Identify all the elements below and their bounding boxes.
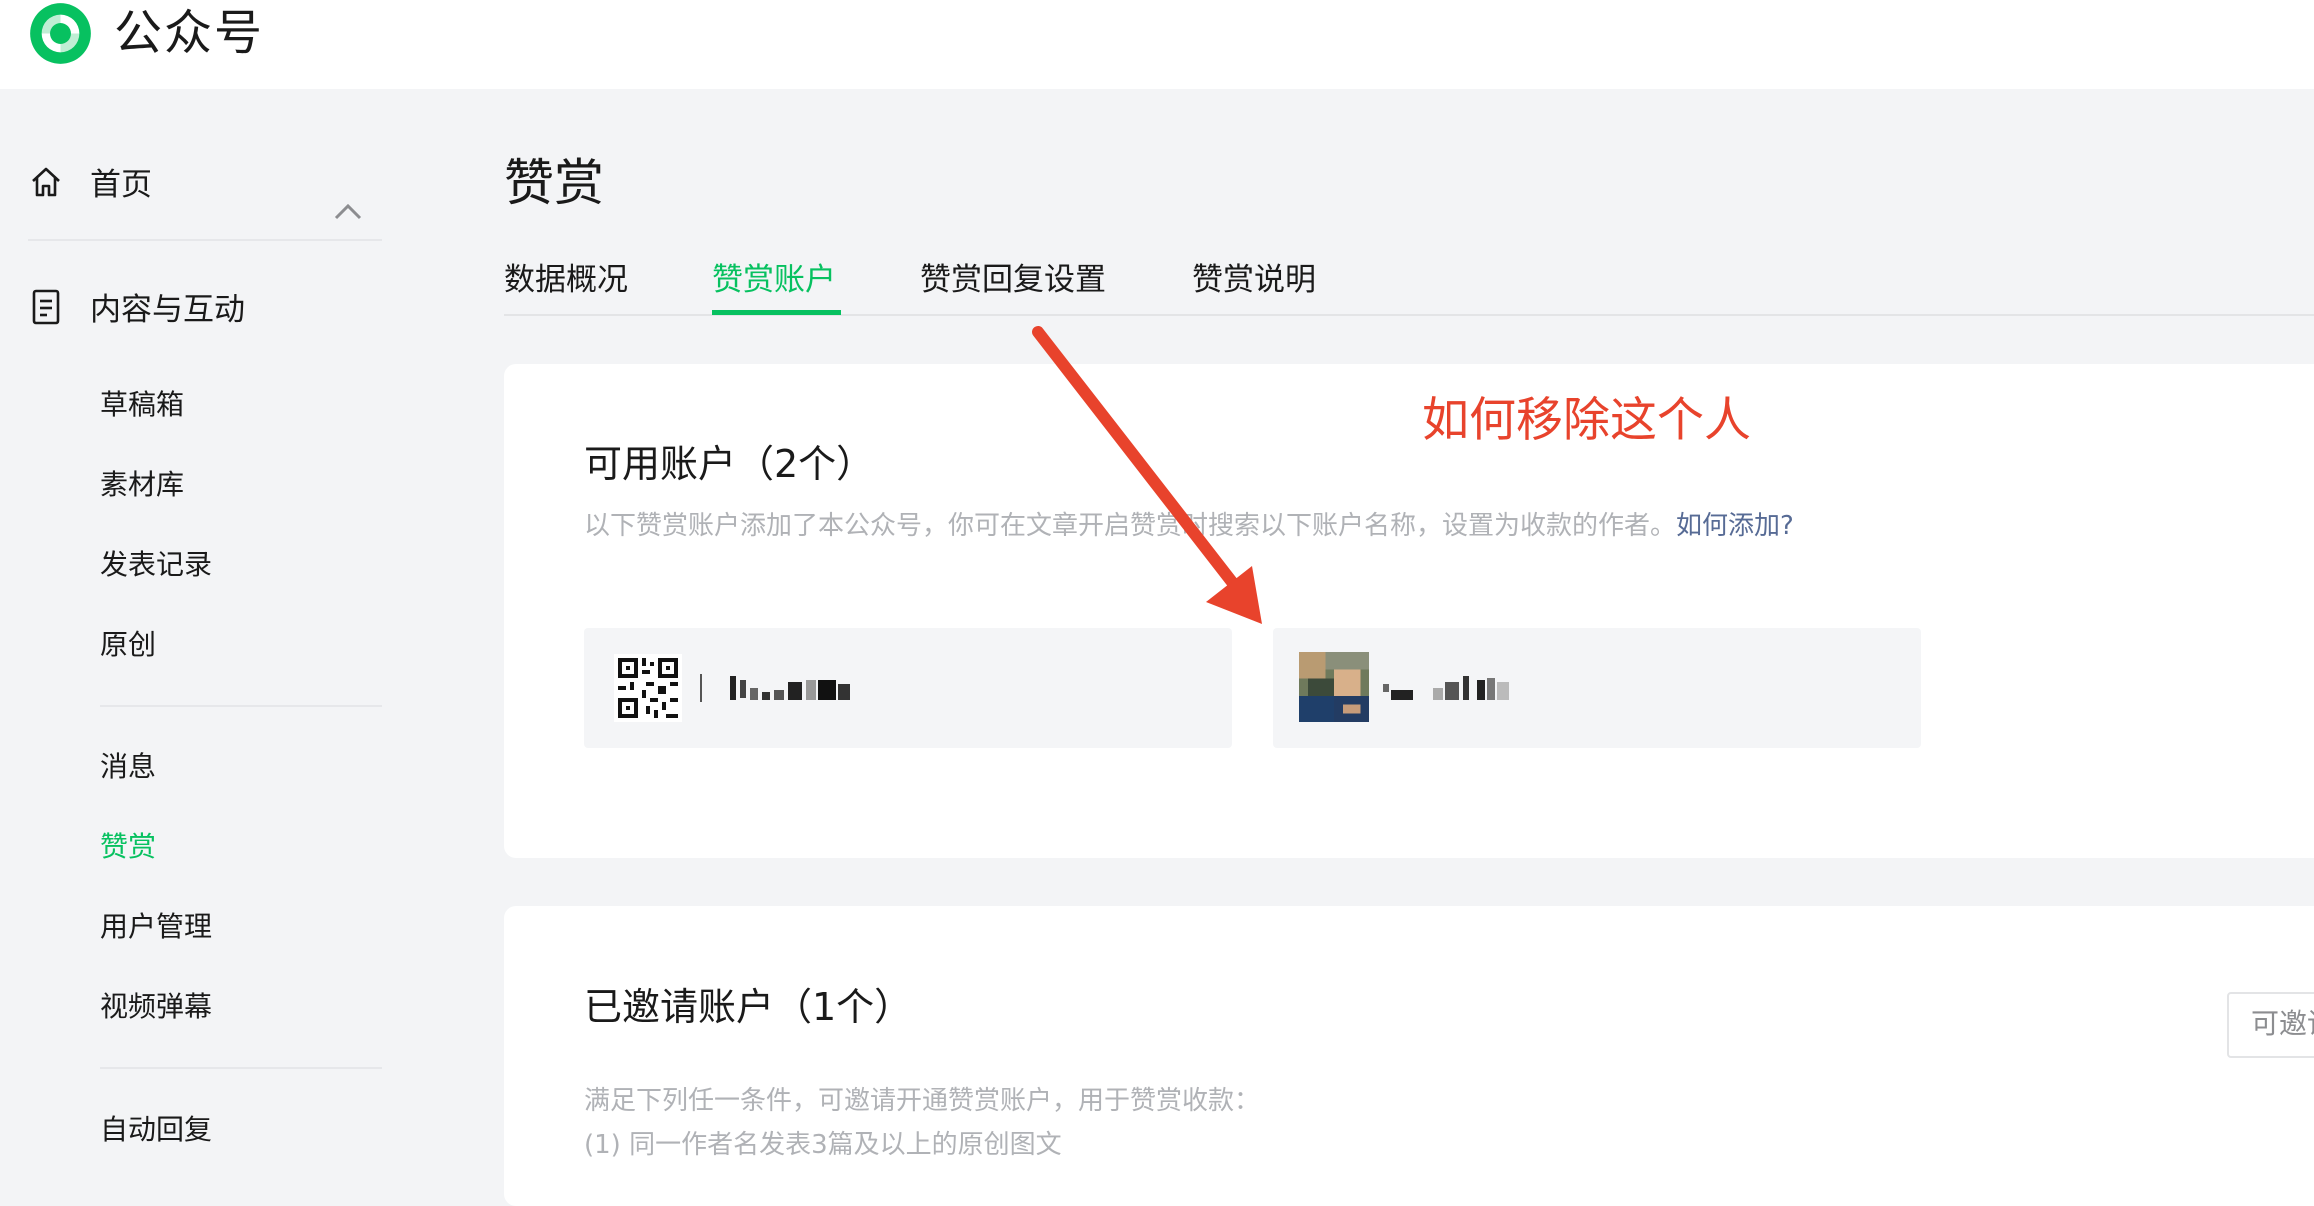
account-avatar	[1299, 652, 1369, 722]
sidebar-item-user-management[interactable]: 用户管理	[100, 907, 212, 947]
available-accounts-title: 可用账户（2个）	[584, 442, 875, 486]
sidebar-group-content[interactable]: 内容与互动	[28, 284, 245, 329]
divider	[100, 1067, 382, 1069]
sidebar-item-materials[interactable]: 素材库	[100, 465, 184, 505]
sidebar-item-original[interactable]: 原创	[100, 625, 156, 665]
chevron-up-icon[interactable]	[330, 194, 366, 230]
description-text: 以下赞赏账户添加了本公众号，你可在文章开启赞赏时搜索以下账户名称，设置为收款的作…	[584, 511, 1677, 541]
tab-reply-settings[interactable]: 赞赏回复设置	[920, 258, 1106, 302]
brand-title[interactable]: 公众号	[114, 0, 264, 66]
sidebar-item-publish-records[interactable]: 发表记录	[100, 545, 212, 585]
sidebar-item-auto-reply[interactable]: 自动回复	[100, 1110, 212, 1150]
annotation-text: 如何移除这个人	[1422, 393, 1751, 448]
invite-button[interactable]: 可邀请	[2227, 992, 2314, 1058]
sidebar-item-video-danmaku[interactable]: 视频弹幕	[100, 987, 212, 1027]
home-icon	[28, 164, 64, 200]
divider	[28, 239, 382, 241]
available-accounts-description: 以下赞赏账户添加了本公众号，你可在文章开启赞赏时搜索以下账户名称，设置为收款的作…	[584, 507, 1794, 545]
how-to-add-link[interactable]: 如何添加?	[1676, 511, 1794, 541]
account-name-redacted	[1383, 676, 1509, 700]
document-icon	[28, 289, 64, 325]
invited-accounts-title: 已邀请账户（1个）	[584, 985, 913, 1029]
top-bar: 公众号	[0, 0, 2314, 89]
active-tab-indicator	[712, 310, 841, 315]
name-separator	[700, 674, 702, 702]
divider	[100, 705, 382, 707]
account-card-2[interactable]	[1273, 628, 1921, 748]
sidebar-item-drafts[interactable]: 草稿箱	[100, 385, 184, 425]
tab-appreciation-info[interactable]: 赞赏说明	[1192, 258, 1316, 302]
sidebar-item-home[interactable]: 首页	[28, 159, 152, 204]
tab-appreciation-accounts[interactable]: 赞赏账户	[712, 258, 836, 302]
page-title: 赞赏	[504, 154, 604, 212]
sidebar-item-messages[interactable]: 消息	[100, 747, 156, 787]
invited-description-line-2: (1) 同一作者名发表3篇及以上的原创图文	[584, 1130, 1062, 1160]
tab-data-overview[interactable]: 数据概况	[504, 258, 628, 302]
qr-code-icon	[614, 654, 682, 722]
sidebar-item-appreciation[interactable]: 赞赏	[100, 827, 156, 867]
sidebar-item-label: 首页	[90, 167, 152, 203]
invited-description-line-1: 满足下列任一条件，可邀请开通赞赏账户，用于赞赏收款：	[584, 1086, 1261, 1116]
sidebar-group-label: 内容与互动	[90, 292, 245, 328]
wechat-logo-icon[interactable]	[27, 0, 94, 67]
account-name-redacted	[730, 676, 850, 700]
account-card-1[interactable]	[584, 628, 1232, 748]
